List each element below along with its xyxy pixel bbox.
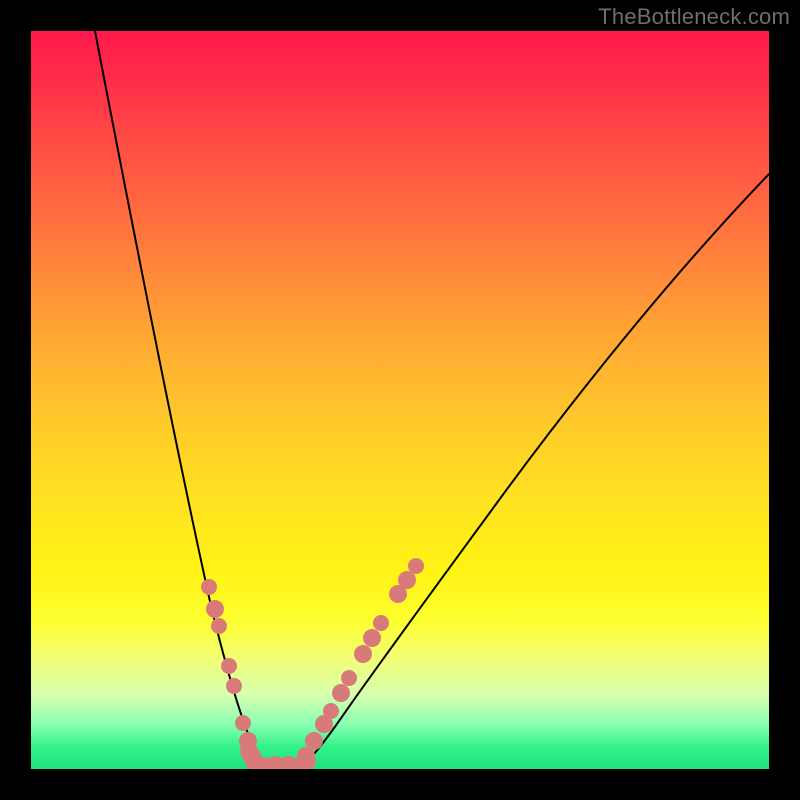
data-dot bbox=[280, 756, 298, 769]
data-dot bbox=[363, 629, 381, 647]
data-dot bbox=[398, 571, 416, 589]
curve-right bbox=[301, 174, 769, 767]
data-dot bbox=[206, 600, 224, 618]
data-dot bbox=[226, 678, 242, 694]
curve-left bbox=[95, 31, 263, 767]
chart-svg bbox=[31, 31, 769, 769]
chart-frame: TheBottleneck.com bbox=[0, 0, 800, 800]
data-dot bbox=[235, 715, 251, 731]
plot-area bbox=[31, 31, 769, 769]
data-dot bbox=[305, 732, 323, 750]
data-dot bbox=[221, 658, 237, 674]
data-dot bbox=[239, 732, 257, 750]
data-dot bbox=[354, 645, 372, 663]
data-dot bbox=[408, 558, 424, 574]
data-dot bbox=[373, 615, 389, 631]
data-dot bbox=[211, 618, 227, 634]
data-dot bbox=[341, 670, 357, 686]
data-dot bbox=[332, 684, 350, 702]
watermark-text: TheBottleneck.com bbox=[598, 4, 790, 30]
data-dot bbox=[201, 579, 217, 595]
data-dot bbox=[323, 703, 339, 719]
dots-group bbox=[201, 558, 424, 769]
